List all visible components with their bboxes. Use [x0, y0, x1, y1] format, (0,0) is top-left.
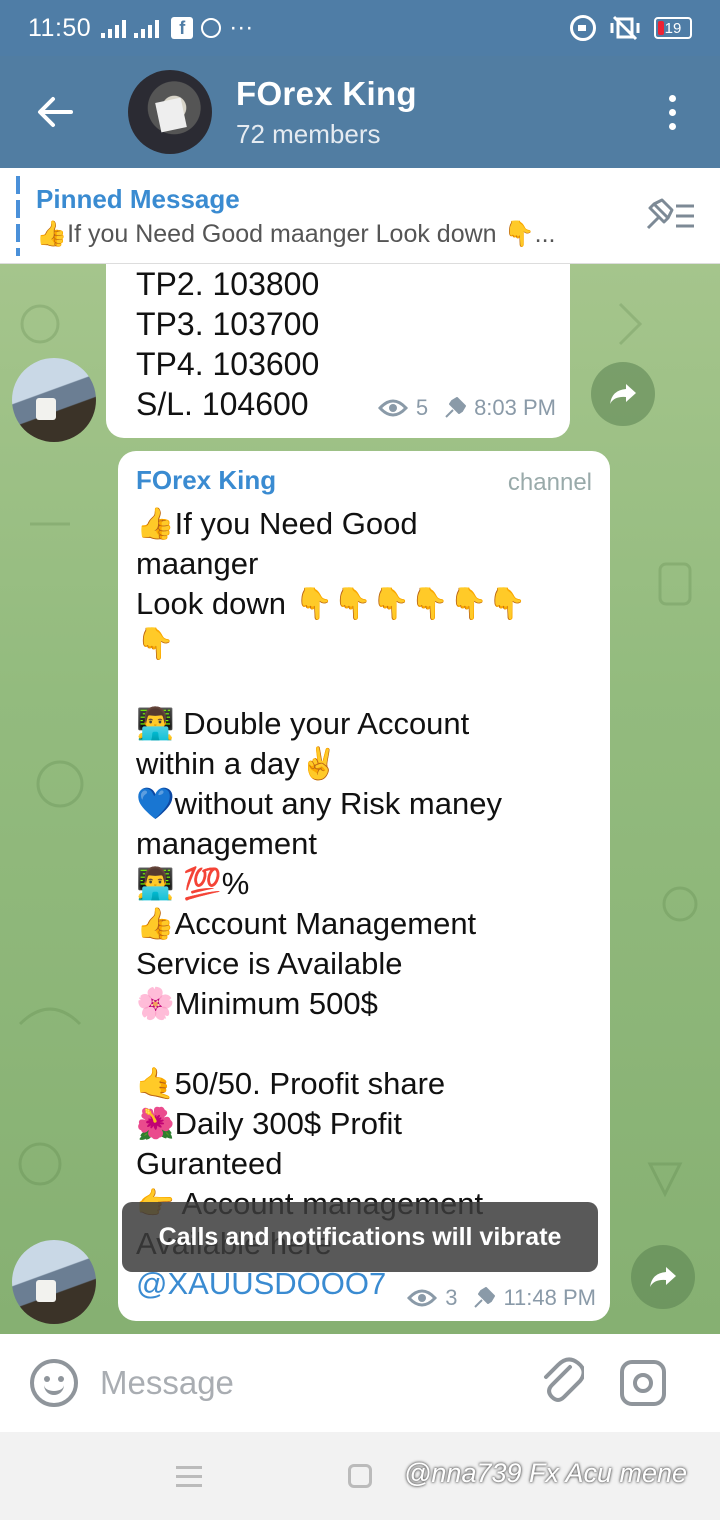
views-eye-icon [407, 1289, 438, 1307]
paperclip-icon [544, 1357, 586, 1402]
message-time: 11:48 PM [503, 1285, 596, 1310]
toast-notification: Calls and notifications will vibrate [122, 1202, 598, 1272]
forward-button[interactable] [591, 362, 655, 426]
camera-button[interactable] [620, 1360, 666, 1406]
emoji-button[interactable] [30, 1359, 78, 1407]
pin-list-icon [646, 198, 694, 230]
clock: 11:50 [28, 13, 92, 42]
forward-arrow-icon [650, 1267, 676, 1287]
pinned-indicator [16, 176, 20, 256]
member-count: 72 members [236, 118, 381, 149]
back-arrow-icon [38, 97, 73, 127]
channel-post-bubble[interactable]: FOrex King channel 👍If you Need Good maa… [118, 451, 610, 1321]
chat-header: FOrex King 72 members [0, 56, 720, 168]
pinned-text: 👍If you Need Good maanger Look down 👇... [36, 220, 556, 248]
message-bubble[interactable]: TP2. 103800 TP3. 103700 TP4. 103600 S/L.… [106, 264, 570, 438]
watermark: @nna739 Fx Acu mene [404, 1458, 688, 1488]
message-line: TP2. 103800 [136, 266, 320, 302]
smile-icon [44, 1385, 64, 1395]
facebook-notification-icon: f [171, 17, 194, 39]
message-meta: 5 8:03 PM [377, 388, 556, 428]
channel-avatar[interactable] [128, 70, 212, 154]
battery-icon: 19 [654, 17, 692, 39]
sender-avatar[interactable] [12, 1240, 96, 1324]
view-count: 5 [415, 395, 429, 420]
views-eye-icon [377, 399, 408, 417]
message-line: TP3. 103700 [136, 306, 320, 342]
battery-level: 19 [664, 19, 682, 37]
back-button[interactable] [0, 56, 110, 168]
whatsapp-notification-icon [201, 18, 222, 38]
pinned-label: Pinned Message [36, 184, 240, 214]
forward-button[interactable] [631, 1245, 695, 1309]
chat-history[interactable]: TP2. 103800 TP3. 103700 TP4. 103600 S/L.… [0, 264, 720, 1334]
message-input[interactable] [100, 1364, 520, 1402]
status-bar: 11:50 f ··· 19 [0, 0, 720, 56]
pinned-message-bar[interactable]: Pinned Message 👍If you Need Good maanger… [0, 168, 720, 264]
pinned-icon [445, 397, 467, 418]
forward-arrow-icon [610, 384, 636, 404]
data-saver-icon [570, 15, 596, 41]
message-text: 👍If you Need Good maanger Look down 👇👇👇👇… [136, 506, 527, 1261]
channel-info[interactable]: FOrex King 72 members [236, 75, 417, 150]
signal-icon [101, 18, 127, 38]
sender-tag: channel [507, 469, 592, 496]
recent-apps-button[interactable] [176, 1466, 202, 1487]
system-nav-bar: @nna739 Fx Acu mene [0, 1432, 720, 1520]
message-meta: 3 11:48 PM [407, 1285, 596, 1311]
channel-title: FOrex King [236, 74, 417, 112]
view-count: 3 [445, 1285, 458, 1310]
attach-button[interactable] [540, 1357, 586, 1410]
message-time: 8:03 PM [474, 395, 556, 420]
signal-2-icon [134, 18, 160, 38]
pinned-icon [474, 1287, 496, 1308]
vibrate-icon [610, 15, 640, 41]
more-options-button[interactable] [624, 94, 720, 130]
message-line: TP4. 103600 [136, 346, 320, 382]
home-button[interactable] [348, 1464, 372, 1488]
message-composer [0, 1334, 720, 1432]
more-notifications-icon: ··· [229, 14, 254, 41]
sender-avatar[interactable] [12, 358, 96, 442]
pinned-list-button[interactable] [644, 198, 696, 239]
